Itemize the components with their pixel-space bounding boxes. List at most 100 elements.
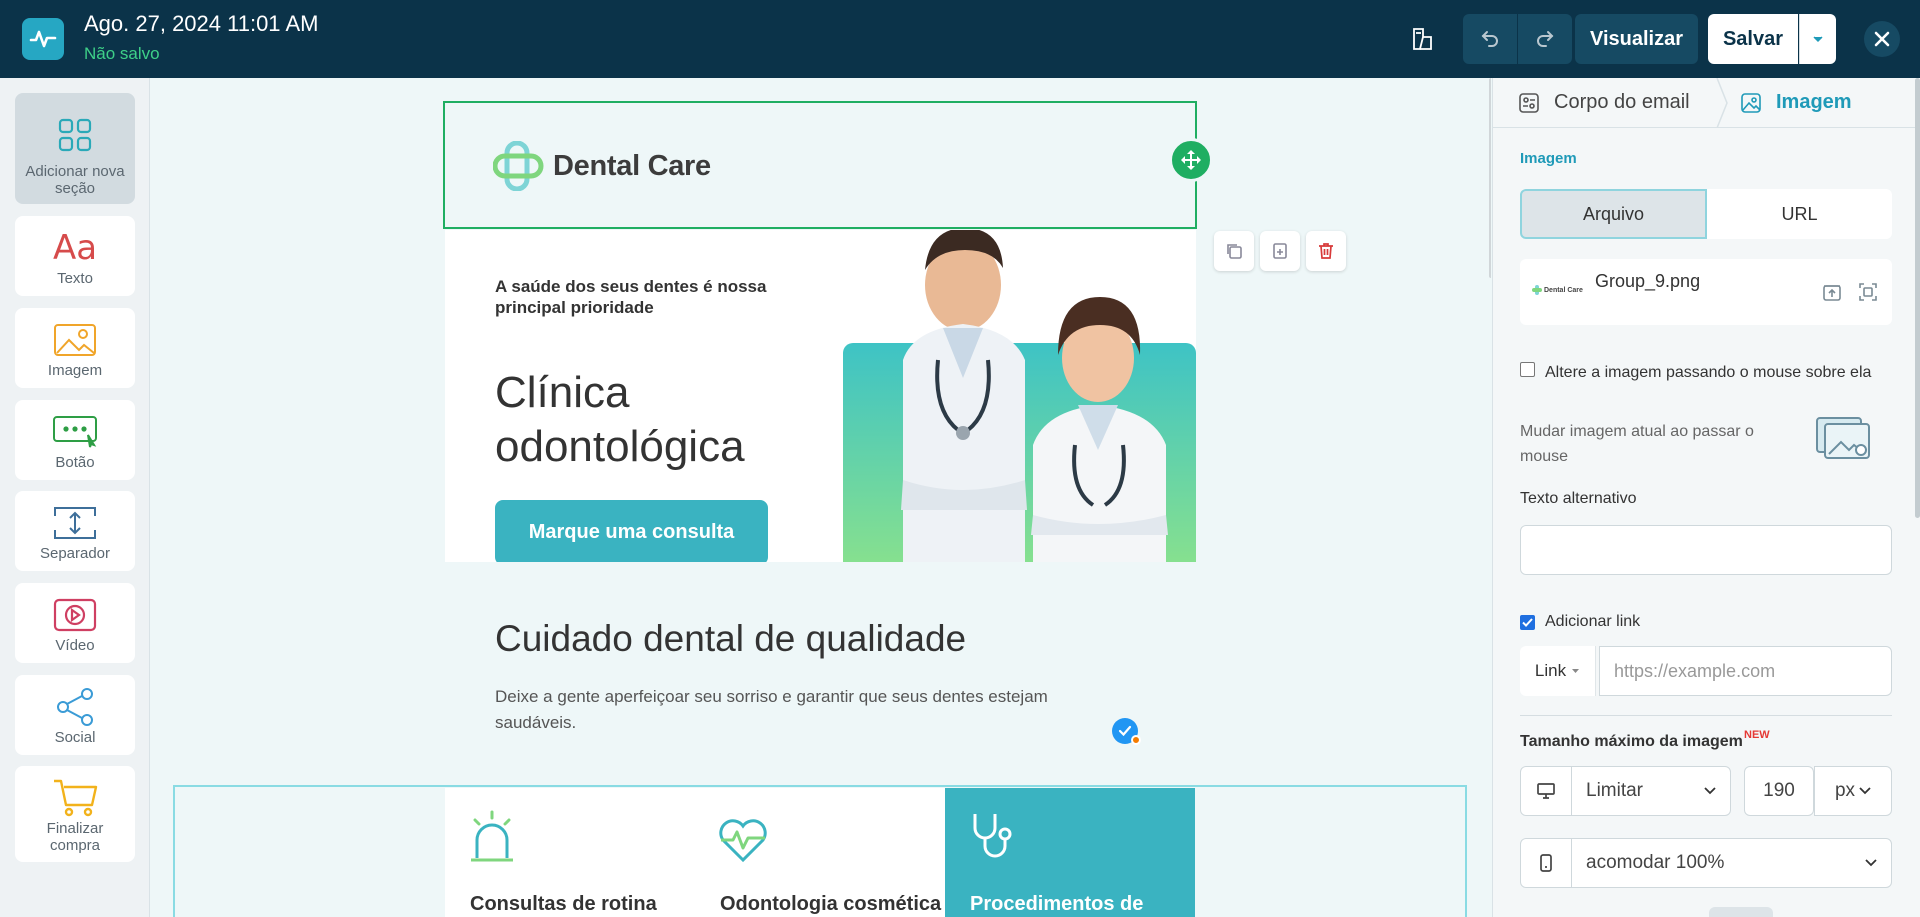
- sidebar-item-label: Botão: [55, 454, 95, 471]
- hero-block[interactable]: A saúde dos seus dentes é nossa principa…: [445, 230, 1196, 562]
- breadcrumb-separator-icon: [1716, 78, 1728, 128]
- divider: [1520, 715, 1892, 716]
- sidebar-item-add-section[interactable]: Adicionar nova seção: [15, 93, 135, 204]
- desktop-size-value[interactable]: 190: [1744, 766, 1814, 816]
- header-image-block[interactable]: Dental Care: [443, 101, 1197, 229]
- sidebar-item-social[interactable]: Social: [15, 675, 135, 755]
- cart-icon: [15, 776, 135, 820]
- button-icon: [15, 410, 135, 454]
- tab-label: Corpo do email: [1554, 91, 1690, 113]
- delete-block-button[interactable]: [1306, 231, 1346, 271]
- sidebar-item-label: Social: [54, 729, 96, 746]
- source-url-tab[interactable]: URL: [1707, 189, 1892, 239]
- mobile-size-mode-select[interactable]: acomodar 100%: [1571, 838, 1892, 888]
- notification-dot: [1131, 735, 1141, 745]
- checkmark-icon: [1522, 618, 1533, 627]
- close-button[interactable]: [1864, 21, 1900, 57]
- save-block-button[interactable]: [1260, 231, 1300, 271]
- sidebar-item-checkout[interactable]: Finalizar compra: [15, 766, 135, 862]
- sidebar-item-separator[interactable]: Separador: [15, 491, 135, 571]
- file-thumbnail: Dental Care: [1532, 285, 1583, 295]
- desktop-size-unit-value: px: [1834, 780, 1856, 801]
- tab-email-body[interactable]: Corpo do email: [1518, 91, 1690, 114]
- desktop-size-toggle[interactable]: [1520, 766, 1572, 816]
- sidebar-item-video[interactable]: Vídeo: [15, 583, 135, 663]
- service-card[interactable]: Consultas de rotina: [445, 788, 695, 917]
- link-type-value: Link: [1534, 661, 1567, 680]
- close-icon: [1874, 31, 1890, 47]
- hero-tagline[interactable]: A saúde dos seus dentes é nossa principa…: [495, 276, 815, 318]
- dental-cross-logo-icon: [1532, 285, 1542, 295]
- service-card[interactable]: Odontologia cosmética: [695, 788, 945, 917]
- section-text[interactable]: Deixe a gente aperfeiçoar seu sorriso e …: [495, 684, 1095, 736]
- link-url-input[interactable]: [1599, 646, 1892, 696]
- properties-panel: Corpo do email Imagem Imagem Arquivo URL…: [1492, 78, 1920, 917]
- blocks-sidebar: Adicionar nova seção Aa Texto Imagem Bot…: [0, 78, 150, 917]
- undo-button[interactable]: [1463, 14, 1517, 64]
- preview-button[interactable]: Visualizar: [1575, 14, 1698, 64]
- add-link-checkbox[interactable]: [1520, 615, 1535, 630]
- service-label: Consultas de rotina: [470, 893, 657, 915]
- file-thumbnail-text: Dental Care: [1544, 286, 1583, 294]
- chevron-down-icon: [1572, 669, 1580, 673]
- sidebar-item-label: Finalizar compra: [46, 820, 104, 854]
- chevron-down-icon: [1813, 36, 1823, 43]
- tab-label: Imagem: [1776, 91, 1852, 113]
- hero-title[interactable]: Clínica odontológica: [495, 366, 815, 474]
- crop-image-button[interactable]: [1855, 279, 1881, 305]
- top-bar: Ago. 27, 2024 11:01 AM Não salvo Visuali…: [0, 0, 1920, 78]
- upload-icon: [1823, 285, 1841, 301]
- section-title[interactable]: Cuidado dental de qualidade: [495, 618, 966, 660]
- desktop-icon: [1537, 783, 1555, 799]
- image-section-label: Imagem: [1520, 150, 1577, 167]
- desktop-size-unit-select[interactable]: px: [1814, 766, 1892, 816]
- save-button[interactable]: Salvar: [1708, 14, 1798, 64]
- sidebar-item-button[interactable]: Botão: [15, 400, 135, 480]
- image-icon: [15, 318, 135, 362]
- service-label: Odontologia cosmética: [720, 893, 942, 915]
- move-arrows-icon: [1181, 150, 1201, 170]
- mobile-size-toggle[interactable]: [1520, 838, 1572, 888]
- sidebar-item-label: Vídeo: [55, 637, 95, 654]
- canvas-scrollbar[interactable]: [1489, 78, 1491, 278]
- add-link-label: Adicionar link: [1545, 613, 1641, 630]
- doctors-photo[interactable]: [843, 230, 1196, 562]
- sidebar-item-label: Texto: [57, 270, 93, 287]
- crop-icon: [1859, 283, 1877, 301]
- file-name: Group_9.png: [1595, 271, 1701, 291]
- link-type-select[interactable]: Link: [1520, 646, 1596, 696]
- book-appointment-button[interactable]: Marque uma consulta: [495, 500, 768, 562]
- chevron-down-icon: [1704, 787, 1716, 795]
- save-options-dropdown[interactable]: [1799, 14, 1836, 64]
- service-card[interactable]: Procedimentos de: [945, 788, 1195, 917]
- panel-scrollbar[interactable]: [1915, 78, 1920, 518]
- sidebar-item-label: Imagem: [47, 362, 103, 379]
- bell-alert-icon: [471, 810, 513, 862]
- share-icon: [15, 685, 135, 729]
- desktop-size-mode-value: Limitar: [1586, 780, 1644, 801]
- sidebar-item-image[interactable]: Imagem: [15, 308, 135, 388]
- mobile-icon: [1540, 854, 1552, 872]
- tab-image[interactable]: Imagem: [1740, 91, 1852, 114]
- duplicate-block-button[interactable]: [1214, 231, 1254, 271]
- alt-text-label: Texto alternativo: [1520, 490, 1637, 507]
- app-logo-icon[interactable]: [22, 18, 64, 60]
- service-label: Procedimentos de: [970, 893, 1144, 915]
- alt-text-input[interactable]: [1520, 525, 1892, 575]
- move-block-handle[interactable]: [1169, 138, 1213, 182]
- hover-image-checkbox[interactable]: [1520, 362, 1535, 377]
- email-canvas[interactable]: Dental Care A saúde dos seus dentes é no…: [151, 78, 1491, 917]
- sidebar-item-text[interactable]: Aa Texto: [15, 216, 135, 296]
- dental-cross-logo-icon: [493, 141, 544, 191]
- source-file-tab[interactable]: Arquivo: [1520, 189, 1707, 239]
- replace-file-button[interactable]: [1819, 279, 1845, 305]
- image-tab-icon: [1741, 92, 1761, 113]
- sidebar-item-label: Separador: [39, 545, 111, 562]
- brand-name: Dental Care: [553, 149, 711, 182]
- copy-icon: [1227, 244, 1242, 259]
- desktop-size-mode-select[interactable]: Limitar: [1571, 766, 1731, 816]
- alignment-control-partial[interactable]: [1709, 907, 1773, 917]
- test-flask-icon[interactable]: [1406, 22, 1440, 56]
- max-size-label: Tamanho máximo da imagem: [1520, 733, 1743, 750]
- redo-button[interactable]: [1518, 14, 1572, 64]
